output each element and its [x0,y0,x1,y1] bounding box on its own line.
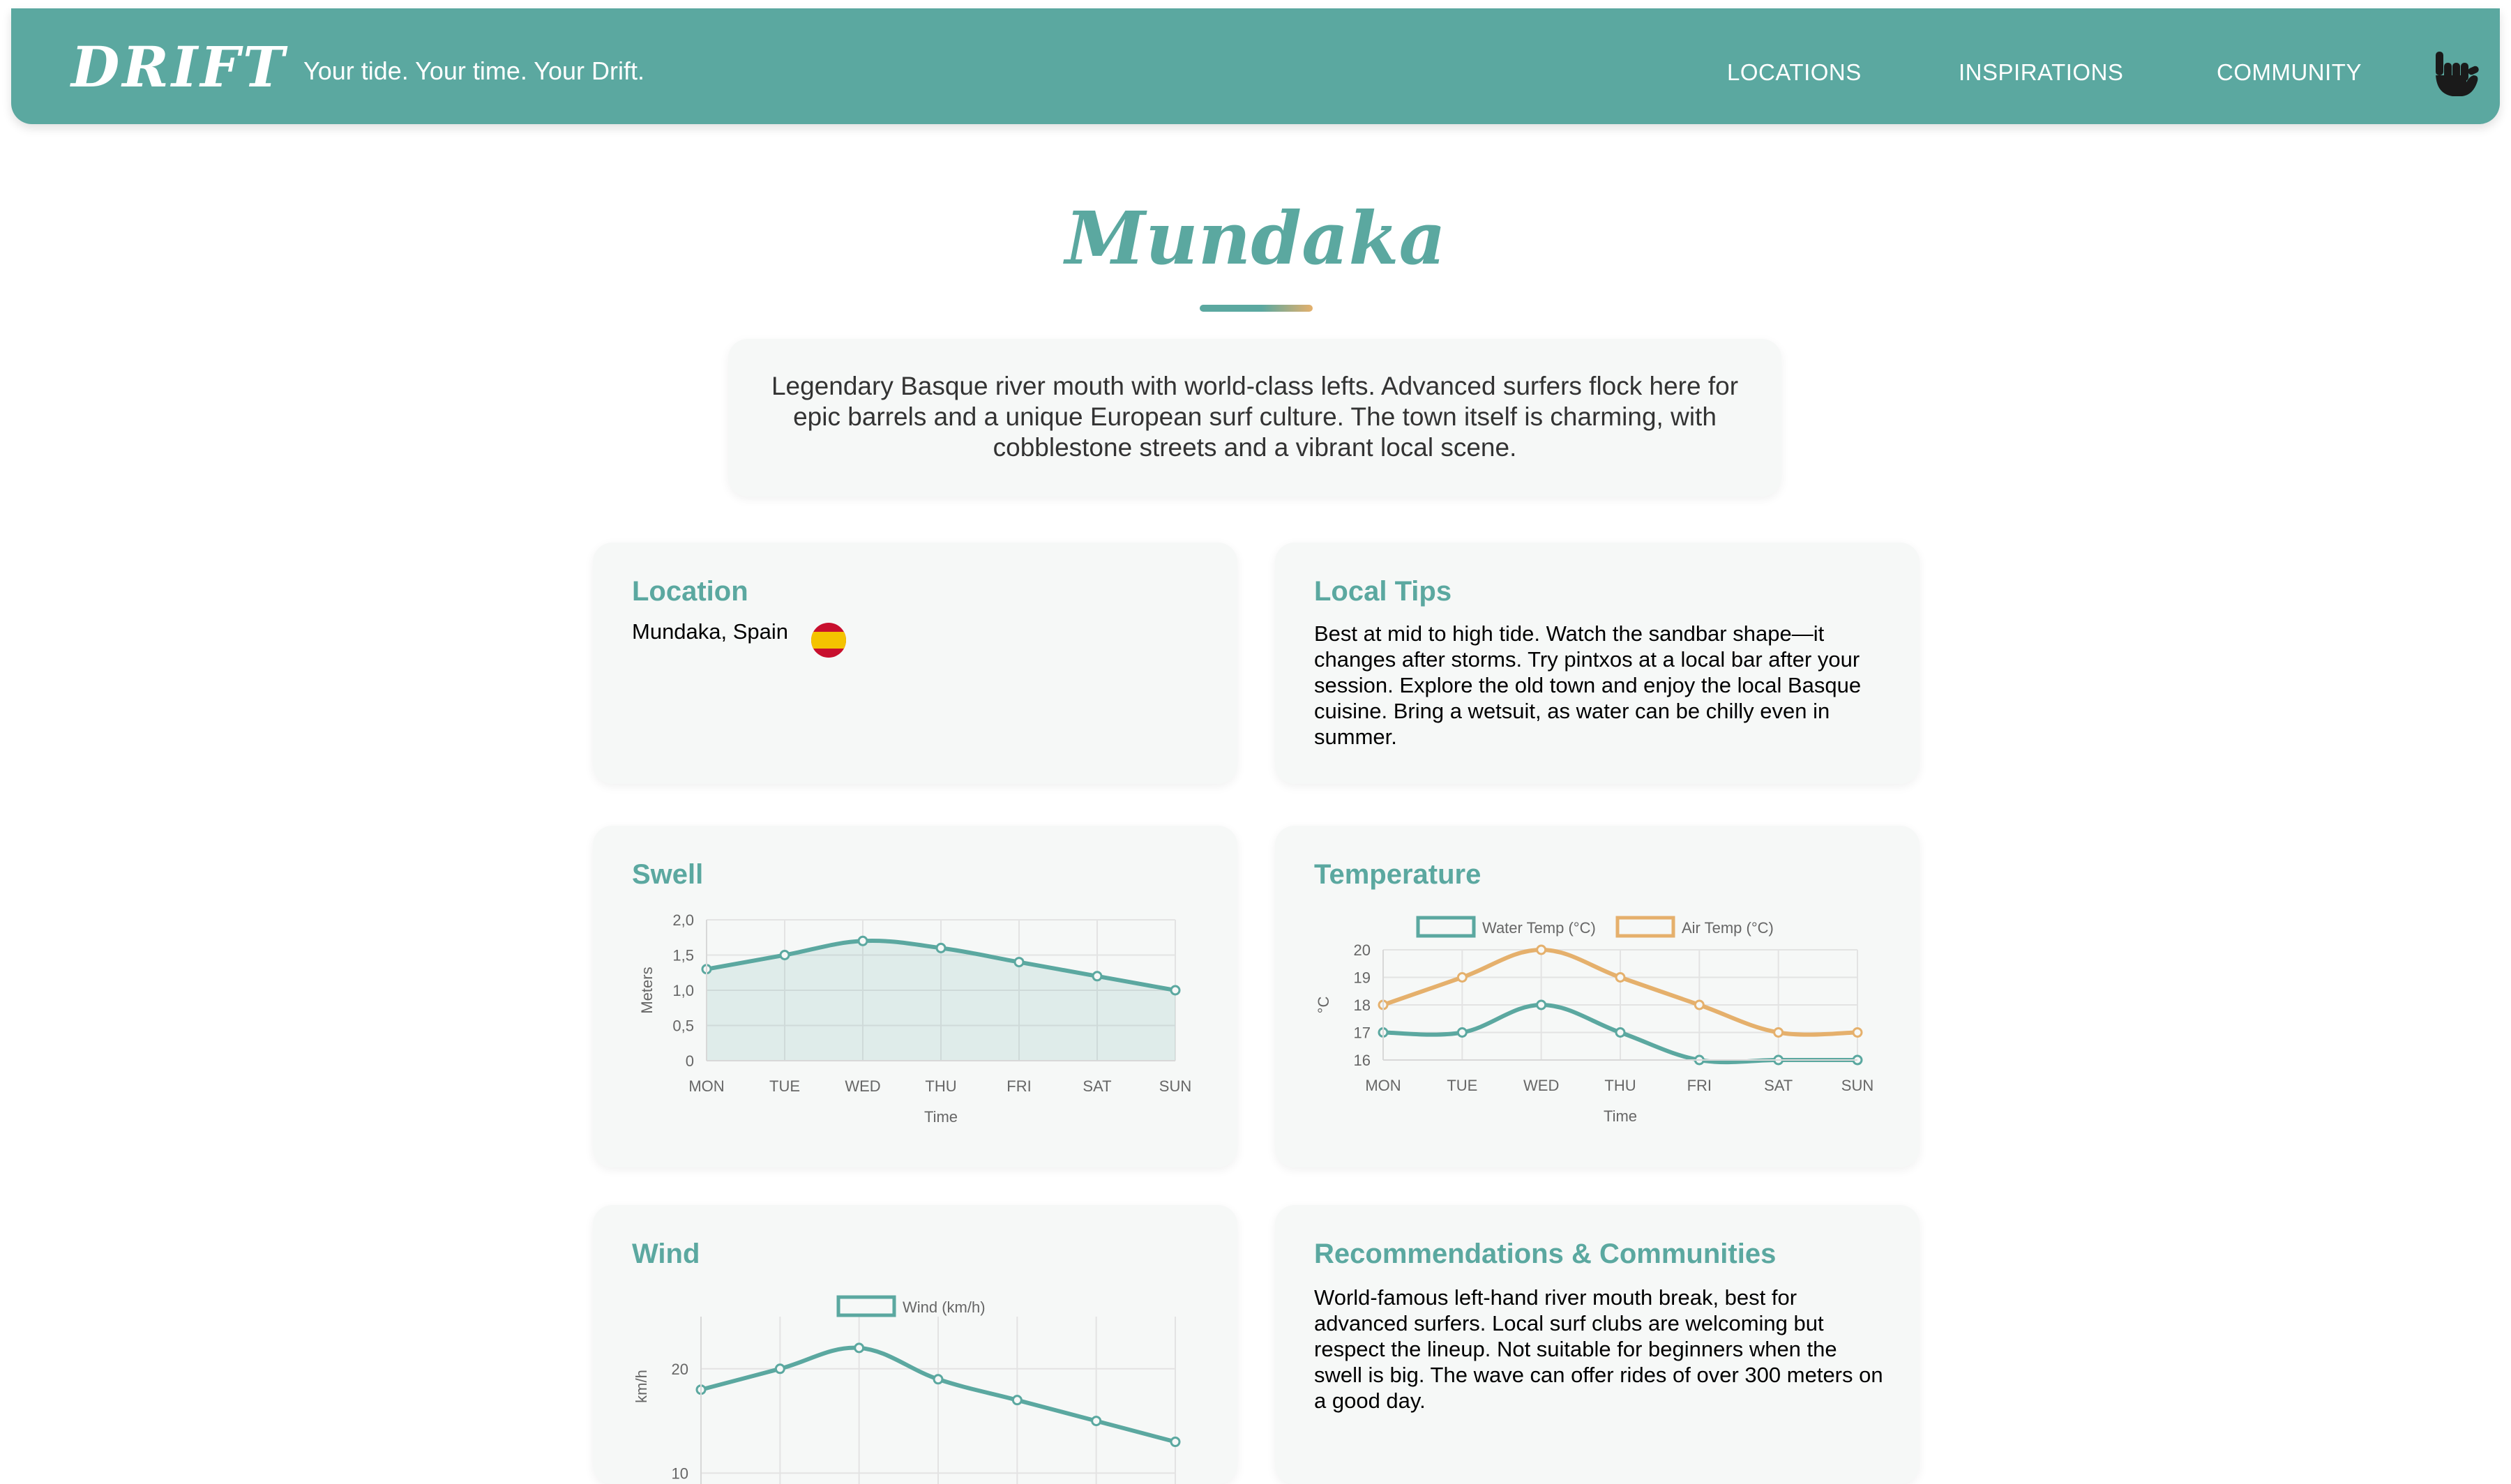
y-tick-label: 17 [1354,1024,1371,1042]
recommendations-card: Recommendations & Communities World-famo… [1275,1205,1920,1484]
spain-flag-icon [811,623,846,658]
nav-locations[interactable]: LOCATIONS [1727,61,1862,84]
nav-community[interactable]: COMMUNITY [2217,61,2362,84]
data-point [1170,1437,1181,1448]
data-point [1456,1027,1468,1038]
wind-chart: 10 20 km/h Wind (km/h) [633,1295,1181,1484]
y-tick-label: 20 [1354,941,1371,959]
legend-label: Wind (km/h) [903,1298,986,1316]
shaka-hand-icon[interactable] [2431,47,2480,103]
data-point [1773,1027,1784,1038]
y-tick-label: 16 [1354,1052,1371,1069]
y-tick-label: 20 [672,1361,688,1378]
location-card: Location Mundaka, Spain [593,543,1237,784]
x-tick-label: SAT [1764,1077,1793,1094]
data-point [1456,972,1468,983]
local-tips-heading: Local Tips [1314,576,1452,607]
y-tick-label: 0 [686,1052,694,1070]
temperature-chart: 16 17 18 19 20 MON TUE WED THU FRI SAT SUN Time °C Wat… [1315,916,1873,1125]
location-place: Mundaka, Spain [632,619,789,644]
legend-swatch [1615,916,1675,938]
data-point [1615,1027,1626,1038]
series-area [707,941,1175,1061]
description-text: Legendary Basque river mouth with world-… [771,372,1739,462]
x-tick-label: SUN [1841,1077,1873,1094]
y-tick-label: 0,5 [672,1017,694,1035]
data-point [1013,957,1025,968]
x-tick-label: MON [688,1077,724,1095]
x-tick-label: THU [1604,1077,1636,1094]
y-tick-label: 2,0 [672,911,694,929]
data-point [935,942,947,953]
tagline: Your tide. Your time. Your Drift. [303,56,644,85]
nav-inspirations[interactable]: INSPIRATIONS [1959,61,2123,84]
top-nav-bar: DRIFT Your tide. Your time. Your Drift. … [11,8,2500,124]
title-underline [1200,305,1313,312]
y-axis-label: °C [1315,997,1332,1014]
local-tips-text: Best at mid to high tide. Watch the sand… [1314,621,1862,749]
page-title: Mundaka [1065,195,1446,281]
data-point [1092,971,1103,982]
swell-card: Swell 0 0,5 1,0 1,5 2,0 MON TUE WED THU FRI SAT SUN… [593,826,1237,1167]
data-point [1091,1416,1102,1427]
x-tick-label: WED [845,1077,880,1095]
data-point [1170,985,1181,996]
data-point [1615,972,1626,983]
x-tick-label: FRI [1006,1077,1031,1095]
legend-swatch [1416,916,1476,938]
x-tick-label: THU [925,1077,956,1095]
x-tick-label: TUE [769,1077,800,1095]
legend-label: Water Temp (°C) [1482,919,1596,937]
data-point [779,950,790,960]
x-tick-label: WED [1523,1077,1559,1094]
y-axis-label: km/h [633,1370,650,1403]
recommendations-heading: Recommendations & Communities [1314,1239,1777,1269]
data-point [1852,1027,1863,1038]
data-point [933,1374,944,1385]
legend-label: Air Temp (°C) [1682,919,1774,937]
recommendations-text: World-famous left-hand river mouth break… [1314,1285,1883,1413]
location-heading: Location [632,576,748,607]
y-tick-label: 1,5 [672,947,694,964]
temperature-card: Temperature 16 17 18 19 20 MON TUE WED THU FRI SAT… [1275,826,1920,1167]
data-point [1536,999,1547,1010]
data-point [774,1363,785,1375]
logo[interactable]: DRIFT [71,39,287,95]
x-axis-label: Time [1604,1107,1637,1125]
x-tick-label: TUE [1447,1077,1477,1094]
y-axis-label: Meters [638,967,656,1013]
description-card: Legendary Basque river mouth with world-… [728,339,1781,497]
data-point [1011,1395,1023,1406]
x-axis-label: Time [924,1108,958,1126]
swell-chart: 0 0,5 1,0 1,5 2,0 MON TUE WED THU FRI SAT SUN Time Me… [638,911,1191,1126]
x-tick-label: MON [1365,1077,1401,1094]
y-tick-label: 10 [672,1464,688,1482]
y-tick-label: 1,0 [672,982,694,999]
data-point [1694,999,1705,1010]
data-point [857,935,868,946]
y-tick-label: 18 [1354,997,1371,1014]
legend-swatch [836,1295,896,1317]
local-tips-card: Local Tips Best at mid to high tide. Wat… [1275,543,1920,784]
wind-card: Wind 10 20 km/h Wind (km/h) [593,1205,1237,1484]
y-tick-label: 19 [1354,969,1371,987]
data-point [854,1342,865,1354]
x-tick-label: SAT [1083,1077,1111,1095]
x-tick-label: SUN [1159,1077,1191,1095]
x-tick-label: FRI [1687,1077,1712,1094]
data-point [1536,944,1547,955]
